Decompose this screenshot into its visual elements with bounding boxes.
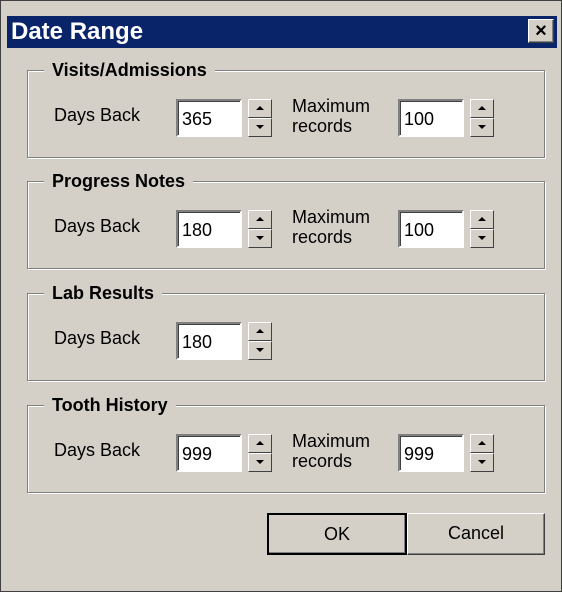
cancel-button[interactable]: Cancel <box>407 513 545 555</box>
arrow-up-icon <box>478 441 486 445</box>
progress-max-records-input[interactable]: 100 <box>398 210 464 248</box>
visits-max-records-input[interactable]: 100 <box>398 99 464 137</box>
progress-max-records-spinner <box>470 210 494 248</box>
tooth-max-records-input[interactable]: 999 <box>398 434 464 472</box>
ok-button[interactable]: OK <box>267 513 407 555</box>
arrow-down-icon <box>256 236 264 240</box>
arrow-up-icon <box>478 217 486 221</box>
spin-down-button[interactable] <box>248 229 272 248</box>
arrow-down-icon <box>478 125 486 129</box>
spin-up-button[interactable] <box>248 434 272 453</box>
lab-days-back-input[interactable]: 180 <box>176 322 242 360</box>
arrow-up-icon <box>478 106 486 110</box>
lab-days-back-spinner <box>248 322 272 360</box>
tooth-days-back-spinner <box>248 434 272 472</box>
max-records-label: Maximum records <box>292 431 370 471</box>
group-title-lab: Lab Results <box>44 280 163 306</box>
arrow-down-icon <box>256 125 264 129</box>
group-title-progress: Progress Notes <box>44 168 194 194</box>
spin-down-button[interactable] <box>248 341 272 360</box>
close-button[interactable]: × <box>528 19 554 43</box>
visits-days-back-spinner <box>248 99 272 137</box>
window-title: Date Range <box>11 18 144 45</box>
spin-down-button[interactable] <box>470 229 494 248</box>
spin-down-button[interactable] <box>470 118 494 137</box>
days-back-label: Days Back <box>54 440 141 460</box>
max-records-label: Maximum records <box>292 96 370 136</box>
max-records-label-line1: Maximum <box>292 431 371 451</box>
days-back-label: Days Back <box>54 328 141 348</box>
tooth-days-back-input[interactable]: 999 <box>176 434 242 472</box>
title-bar[interactable]: Date Range × <box>7 16 557 48</box>
arrow-up-icon <box>256 441 264 445</box>
arrow-up-icon <box>256 329 264 333</box>
arrow-up-icon <box>256 217 264 221</box>
max-records-label-line2: records <box>292 116 353 136</box>
tooth-max-records-spinner <box>470 434 494 472</box>
spin-down-button[interactable] <box>248 453 272 472</box>
max-records-label-line2: records <box>292 227 353 247</box>
visits-max-records-spinner <box>470 99 494 137</box>
days-back-label: Days Back <box>54 216 141 236</box>
spin-up-button[interactable] <box>470 434 494 453</box>
group-tooth-history: Tooth History Days Back 999 Maximum reco… <box>27 392 545 493</box>
max-records-label: Maximum records <box>292 207 370 247</box>
group-visits-admissions: Visits/Admissions Days Back 365 Maximum … <box>27 57 545 158</box>
spin-down-button[interactable] <box>470 453 494 472</box>
spin-up-button[interactable] <box>248 99 272 118</box>
group-lab-results: Lab Results Days Back 180 <box>27 280 545 381</box>
group-title-visits: Visits/Admissions <box>44 57 215 83</box>
group-title-tooth: Tooth History <box>44 392 176 418</box>
progress-days-back-input[interactable]: 180 <box>176 210 242 248</box>
spin-up-button[interactable] <box>248 210 272 229</box>
arrow-down-icon <box>478 236 486 240</box>
spin-up-button[interactable] <box>470 99 494 118</box>
date-range-dialog: Date Range × Visits/Admissions Days Back… <box>0 0 562 592</box>
close-icon: × <box>535 20 547 42</box>
group-progress-notes: Progress Notes Days Back 180 Maximum rec… <box>27 168 545 269</box>
arrow-up-icon <box>256 106 264 110</box>
max-records-label-line2: records <box>292 451 353 471</box>
max-records-label-line1: Maximum <box>292 96 371 116</box>
progress-days-back-spinner <box>248 210 272 248</box>
visits-days-back-input[interactable]: 365 <box>176 99 242 137</box>
spin-down-button[interactable] <box>248 118 272 137</box>
arrow-down-icon <box>256 460 264 464</box>
spin-up-button[interactable] <box>248 322 272 341</box>
arrow-down-icon <box>478 460 486 464</box>
spin-up-button[interactable] <box>470 210 494 229</box>
max-records-label-line1: Maximum <box>292 207 371 227</box>
days-back-label: Days Back <box>54 105 141 125</box>
arrow-down-icon <box>256 348 264 352</box>
